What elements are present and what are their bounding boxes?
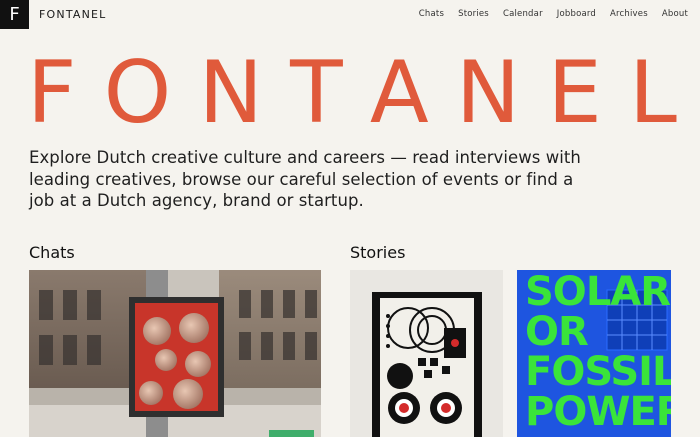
story-card-solar[interactable]: SOLAR OR FOSSIL POWER? [517, 270, 671, 437]
story-card-poster[interactable] [350, 270, 503, 437]
nav-item-stories[interactable]: Stories [458, 9, 489, 19]
poster-headline: SOLAR OR FOSSIL POWER? [525, 270, 671, 435]
chats-card-image[interactable] [29, 270, 321, 437]
geometric-art [386, 307, 466, 424]
section-title-chats[interactable]: Chats [29, 243, 75, 262]
nav-item-jobboard[interactable]: Jobboard [557, 9, 596, 19]
logo-letter: F [9, 3, 20, 25]
geometric-poster [380, 298, 474, 437]
hero-letter: N [455, 43, 521, 143]
main-nav: Chats Stories Calendar Jobboard Archives… [419, 9, 688, 19]
category-tag [269, 430, 314, 437]
street-poster [135, 303, 218, 411]
nav-item-archives[interactable]: Archives [610, 9, 648, 19]
hero-wordmark: F O N T A N E L [27, 43, 677, 143]
logo-mark[interactable]: F [0, 0, 29, 29]
nav-item-chats[interactable]: Chats [419, 9, 444, 19]
hero-letter: L [629, 43, 677, 143]
nav-item-calendar[interactable]: Calendar [503, 9, 543, 19]
nav-item-about[interactable]: About [662, 9, 688, 19]
brand-name[interactable]: FONTANEL [39, 8, 107, 21]
section-title-stories[interactable]: Stories [350, 243, 405, 262]
hero-letter: F [27, 43, 77, 143]
hero-letter: E [547, 43, 602, 143]
hero-letter: T [290, 43, 343, 143]
hero-letter: N [198, 43, 263, 143]
hero-letter: A [369, 43, 429, 143]
intro-text: Explore Dutch creative culture and caree… [29, 148, 581, 210]
hero-letter: O [103, 43, 172, 143]
